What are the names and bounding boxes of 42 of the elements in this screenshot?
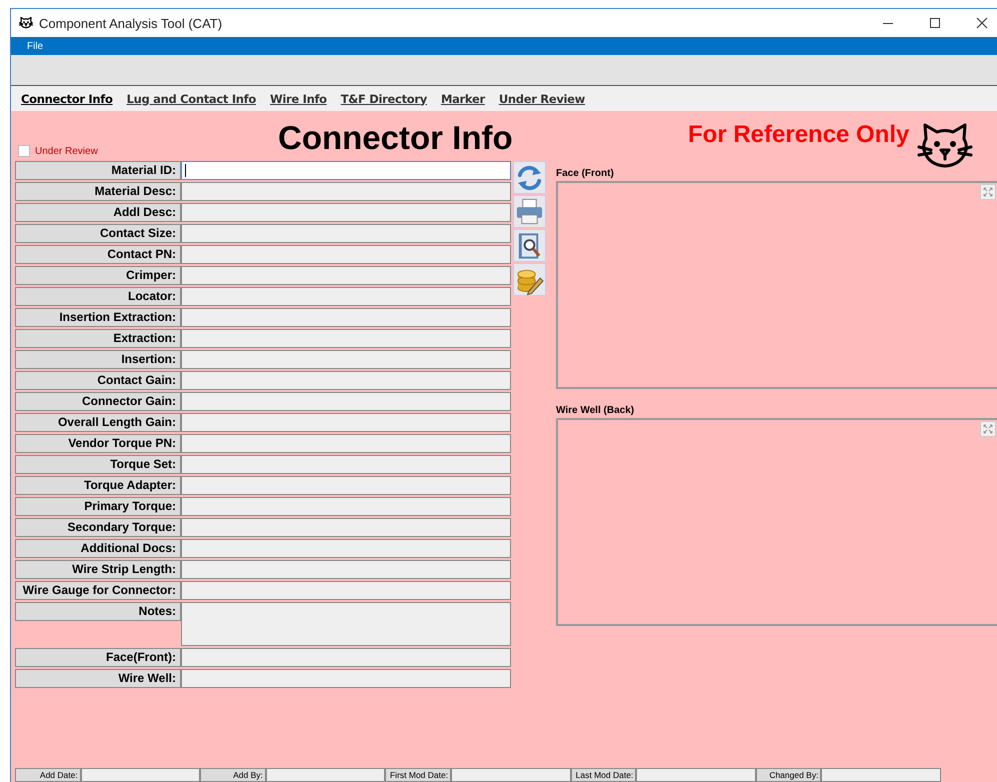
field-label: Extraction: — [15, 329, 181, 348]
panel-title: Wire Well (Back) — [556, 405, 636, 418]
field-label: Primary Torque: — [15, 497, 181, 516]
tab[interactable]: Connector Info — [21, 92, 113, 106]
field-label: Overall Length Gain: — [15, 413, 181, 432]
field-label: Wire Well: — [15, 669, 181, 688]
page-heading: Connector Info — [278, 119, 514, 157]
field-label: Additional Docs: — [15, 539, 181, 558]
field-label: Vendor Torque PN: — [15, 434, 181, 453]
footer-label: Last Mod Date: — [570, 768, 636, 782]
menu-item[interactable]: File — [27, 40, 44, 52]
field-label: Connector Gain: — [15, 392, 181, 411]
field-label: Contact Size: — [15, 224, 181, 243]
footer-label: Add By: — [200, 768, 266, 782]
field-label: Addl Desc: — [15, 203, 181, 222]
field-label: Wire Gauge for Connector: — [15, 581, 181, 600]
window-title: Component Analysis Tool (CAT) — [39, 16, 222, 30]
field-label: Torque Adapter: — [15, 476, 181, 495]
footer-label: Changed By: — [756, 768, 822, 782]
footer-label: First Mod Date: — [385, 768, 452, 782]
field-label: Insertion Extraction: — [15, 308, 181, 327]
field-label: Material Desc: — [15, 182, 181, 201]
field-label: Secondary Torque: — [15, 518, 181, 537]
tab[interactable]: T&F Directory — [340, 92, 427, 106]
field-label: Material ID: — [15, 161, 181, 180]
tab[interactable]: Under Review — [498, 92, 585, 106]
panel-title: Face (Front) — [556, 168, 615, 181]
reference-note: For Reference Only — [688, 121, 910, 149]
field-label: Contact Gain: — [15, 371, 181, 390]
field-label: Face(Front): — [15, 648, 181, 667]
field-label: Contact PN: — [15, 245, 181, 264]
field-label: Crimper: — [15, 266, 181, 285]
tab[interactable]: Wire Info — [270, 92, 327, 106]
tab[interactable]: Lug and Contact Info — [126, 92, 256, 106]
field-label: Torque Set: — [15, 455, 181, 474]
tab[interactable]: Marker — [440, 92, 485, 106]
checkbox-label: Under Review — [35, 146, 98, 156]
field-label: Wire Strip Length: — [15, 560, 181, 579]
field-label: Locator: — [15, 287, 181, 306]
field-label: Insertion: — [15, 350, 181, 369]
field-label: Notes: — [15, 602, 181, 621]
footer-label: Add Date: — [15, 768, 81, 782]
